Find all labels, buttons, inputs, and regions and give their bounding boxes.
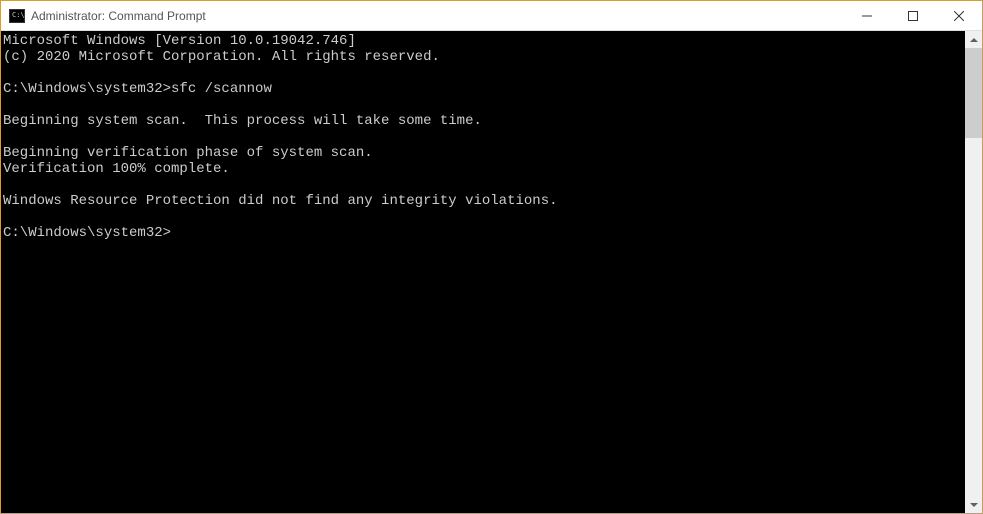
terminal-line (3, 97, 965, 113)
terminal-line: Microsoft Windows [Version 10.0.19042.74… (3, 33, 965, 49)
scroll-thumb[interactable] (965, 48, 982, 138)
terminal-line: (c) 2020 Microsoft Corporation. All righ… (3, 49, 965, 65)
vertical-scrollbar[interactable] (965, 31, 982, 513)
terminal-line: Verification 100% complete. (3, 161, 965, 177)
terminal-line: Beginning verification phase of system s… (3, 145, 965, 161)
maximize-button[interactable] (890, 1, 936, 30)
terminal-line (3, 129, 965, 145)
titlebar[interactable]: C:\ Administrator: Command Prompt (1, 1, 982, 31)
minimize-button[interactable] (844, 1, 890, 30)
window-controls (844, 1, 982, 30)
terminal-line (3, 65, 965, 81)
cmd-icon: C:\ (9, 9, 25, 23)
terminal-line (3, 177, 965, 193)
scroll-up-arrow[interactable] (965, 31, 982, 48)
scroll-down-arrow[interactable] (965, 496, 982, 513)
terminal-line: Beginning system scan. This process will… (3, 113, 965, 129)
terminal-container: Microsoft Windows [Version 10.0.19042.74… (1, 31, 982, 513)
cmd-icon-text: C:\ (12, 12, 25, 19)
scroll-track[interactable] (965, 48, 982, 496)
window-title: Administrator: Command Prompt (31, 9, 844, 23)
terminal-line (3, 209, 965, 225)
terminal-line: Windows Resource Protection did not find… (3, 193, 965, 209)
terminal-output[interactable]: Microsoft Windows [Version 10.0.19042.74… (1, 31, 965, 513)
terminal-line: C:\Windows\system32>sfc /scannow (3, 81, 965, 97)
command-prompt-window: C:\ Administrator: Command Prompt Micros… (0, 0, 983, 514)
terminal-line: C:\Windows\system32> (3, 225, 965, 241)
close-button[interactable] (936, 1, 982, 30)
